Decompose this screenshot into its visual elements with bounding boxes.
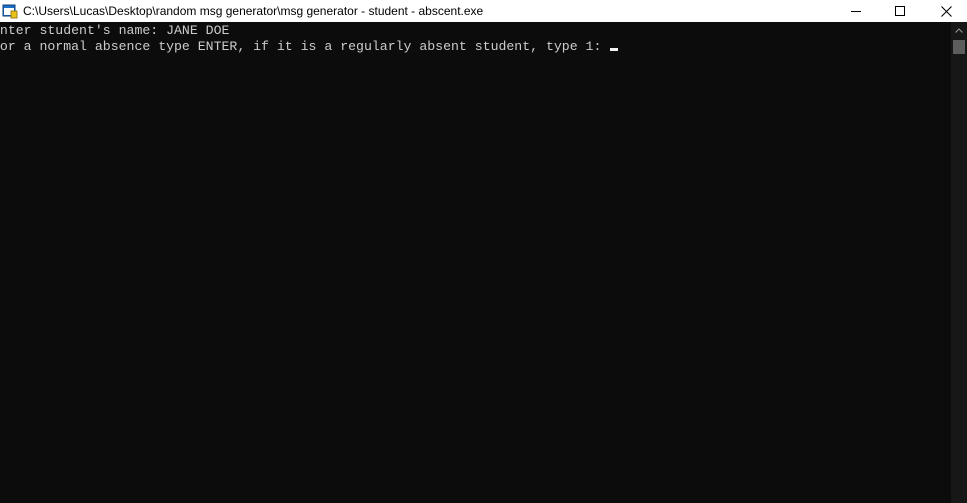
minimize-button[interactable]: [833, 0, 879, 22]
title-bar[interactable]: C:\Users\Lucas\Desktop\random msg genera…: [0, 0, 967, 23]
close-icon: [940, 5, 952, 17]
scroll-up-button[interactable]: [951, 22, 967, 38]
console-window: C:\Users\Lucas\Desktop\random msg genera…: [0, 0, 967, 503]
console-output[interactable]: Enter student's name: JANE DOE For a nor…: [0, 22, 951, 503]
vertical-scrollbar[interactable]: [951, 22, 967, 503]
chevron-up-icon: [955, 27, 963, 33]
console-line: Enter student's name: JANE DOE: [0, 23, 229, 39]
console-line-text: For a normal absence type ENTER, if it i…: [0, 39, 610, 54]
console-line-text: Enter student's name: JANE DOE: [0, 23, 230, 38]
scroll-thumb[interactable]: [953, 40, 965, 54]
console-app-icon: [2, 4, 18, 19]
console-line: For a normal absence type ENTER, if it i…: [0, 39, 619, 55]
minimize-icon: [851, 11, 861, 12]
maximize-button[interactable]: [877, 0, 923, 22]
maximize-icon: [895, 6, 905, 16]
text-cursor: [610, 48, 619, 51]
window-title: C:\Users\Lucas\Desktop\random msg genera…: [23, 4, 484, 18]
close-button[interactable]: [923, 0, 967, 22]
